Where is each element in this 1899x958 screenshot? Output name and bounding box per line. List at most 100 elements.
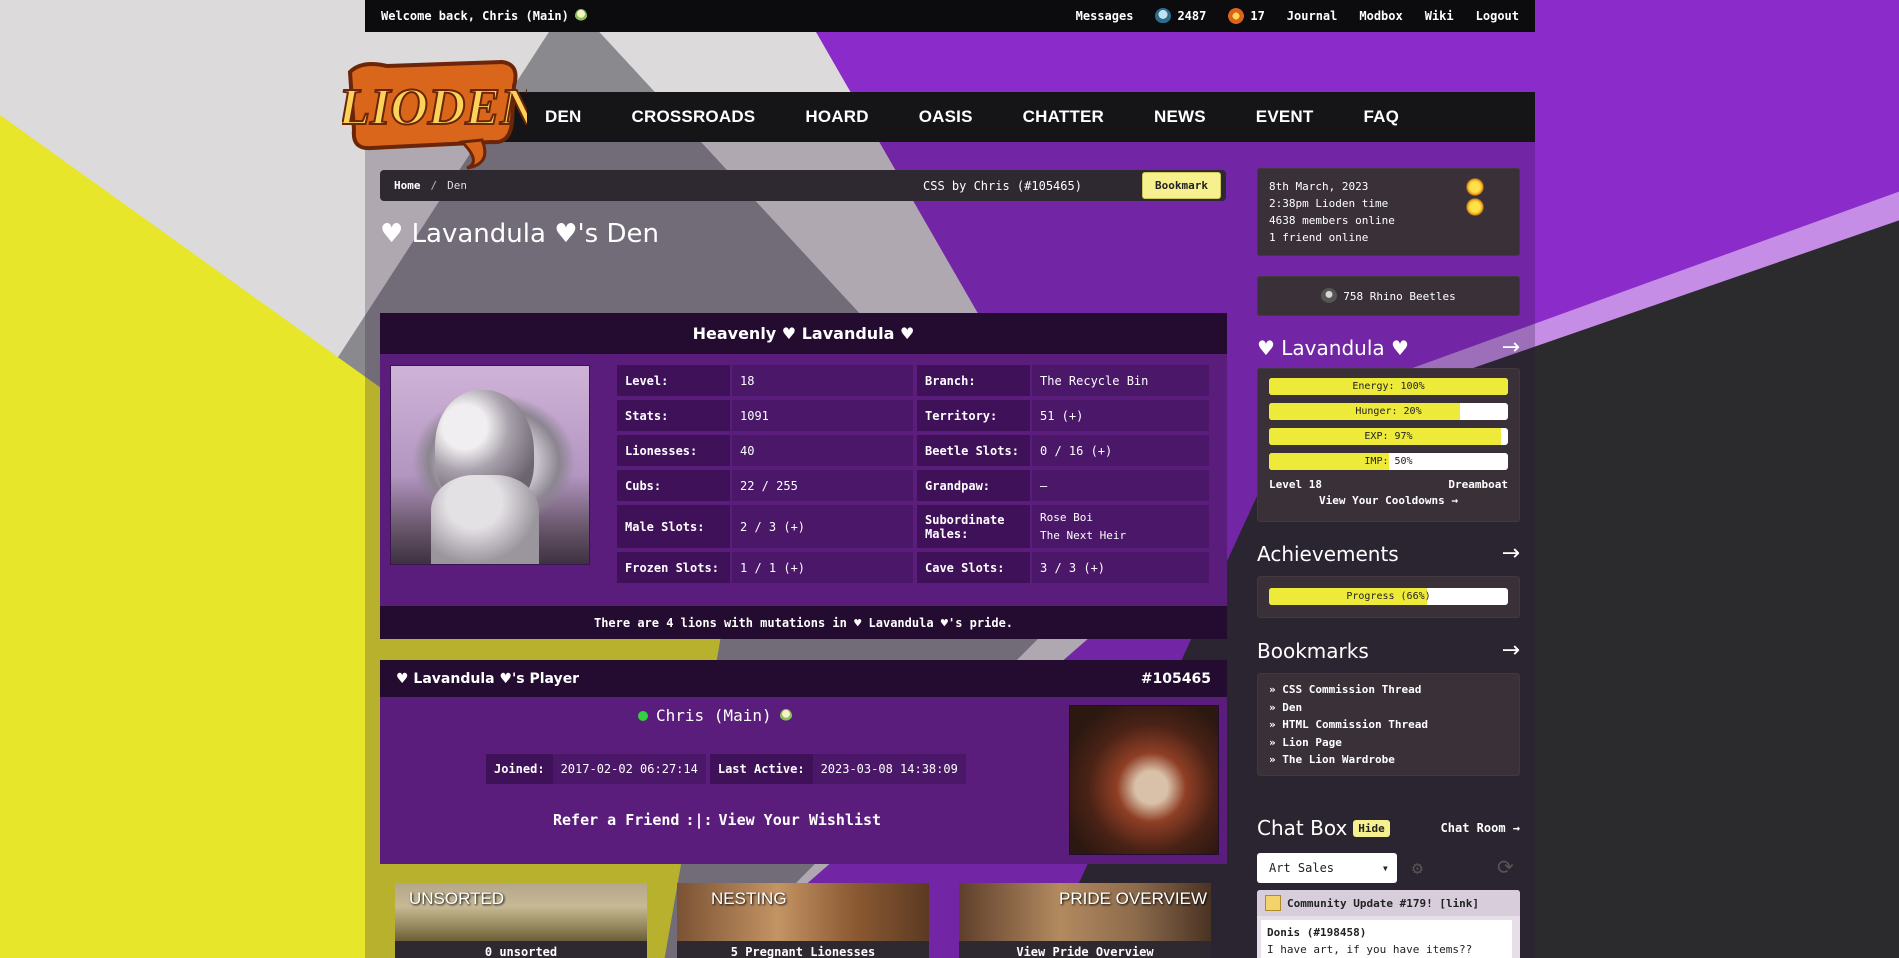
arrow-right-icon[interactable]: → xyxy=(1502,638,1520,663)
wishlist-link[interactable]: View Your Wishlist xyxy=(719,811,882,829)
chat-channel-select[interactable]: Art Sales ▾ xyxy=(1257,853,1397,883)
bookmarks-list: » CSS Commission Thread» Den» HTML Commi… xyxy=(1257,673,1520,776)
chat-message-text: I have art, if you have items?? [link] xyxy=(1267,943,1473,956)
arrow-right-icon[interactable]: → xyxy=(1502,541,1520,566)
lion-summary-title[interactable]: ♥ Lavandula ♥ xyxy=(1257,336,1409,360)
pride-overview-card[interactable]: PRIDE OVERVIEW View Pride Overview xyxy=(959,883,1211,958)
rhino-beetles-box[interactable]: 758 Rhino Beetles xyxy=(1257,276,1520,316)
nav-item-event[interactable]: EVENT xyxy=(1256,107,1314,127)
logout-link[interactable]: Logout xyxy=(1476,9,1519,23)
gift-icon xyxy=(1228,8,1245,24)
stat-value[interactable]: 2 / 3 (+) xyxy=(732,505,913,548)
achievements-title[interactable]: Achievements xyxy=(1257,542,1399,566)
stat-cell: Beetle Slots: 0 / 16 (+) xyxy=(917,435,1209,466)
stat-cell: Lionesses: 40 xyxy=(617,435,913,466)
stat-value[interactable]: 3 / 3 (+) xyxy=(1032,552,1209,583)
bookmark-link[interactable]: » HTML Commission Thread xyxy=(1269,716,1508,734)
messages-link[interactable]: Messages xyxy=(1076,9,1134,23)
chat-room-link[interactable]: Chat Room → xyxy=(1441,821,1520,835)
svg-text:LIODEN: LIODEN xyxy=(342,79,527,136)
stat-cell: Territory: 51 (+) xyxy=(917,400,1209,431)
stat-cell: Branch: The Recycle Bin xyxy=(917,365,1209,396)
nav-item-chatter[interactable]: CHATTER xyxy=(1023,107,1104,127)
bookmark-link[interactable]: » Lion Page xyxy=(1269,734,1508,752)
nav-item-crossroads[interactable]: CROSSROADS xyxy=(632,107,756,127)
bookmark-link[interactable]: » CSS Commission Thread xyxy=(1269,681,1508,699)
hide-chat-button[interactable]: Hide xyxy=(1353,819,1390,837)
flower-icon xyxy=(779,708,792,723)
modbox-link[interactable]: Modbox xyxy=(1359,9,1402,23)
chat-box-header: Chat Box Hide Chat Room → xyxy=(1257,816,1520,840)
stat-value[interactable]: The Recycle Bin xyxy=(1032,365,1209,396)
bookmarks-title[interactable]: Bookmarks xyxy=(1257,639,1369,663)
subordinate-male-link[interactable]: The Next Heir xyxy=(1040,527,1126,545)
stat-cell: Stats: 1091 xyxy=(617,400,913,431)
breadcrumb-home[interactable]: Home xyxy=(394,179,421,192)
last-active-label: Last Active: xyxy=(717,762,805,776)
card-title: NESTING xyxy=(711,889,787,908)
stat-cell: Male Slots: 2 / 3 (+) xyxy=(617,505,913,548)
stat-value[interactable]: Rose Boi The Next Heir xyxy=(1032,505,1209,548)
player-name[interactable]: Chris (Main) xyxy=(638,706,792,725)
wiki-link[interactable]: Wiki xyxy=(1425,9,1454,23)
stat-value[interactable]: 1 / 1 (+) xyxy=(732,552,913,583)
refresh-icon[interactable]: ⟳ xyxy=(1497,855,1519,879)
bookmark-link[interactable]: » The Lion Wardrobe xyxy=(1269,751,1508,769)
stat-label: Frozen Slots: xyxy=(617,552,730,583)
arrow-right-icon[interactable]: → xyxy=(1502,335,1520,360)
stat-value[interactable]: 22 / 255 xyxy=(732,470,913,501)
nav-item-hoard[interactable]: HOARD xyxy=(805,107,868,127)
stats-row: Cubs: 22 / 255 Grandpaw: – xyxy=(617,470,1209,501)
nav-item-den[interactable]: DEN xyxy=(545,107,582,127)
player-name-text: Chris (Main) xyxy=(656,706,772,725)
lion-image[interactable] xyxy=(390,365,590,565)
refer-friend-link[interactable]: Refer a Friend xyxy=(553,811,679,829)
lioden-logo[interactable]: LIODEN xyxy=(336,52,541,170)
gear-icon[interactable]: ⚙ xyxy=(1412,858,1432,879)
status-bar: EXP: 97% xyxy=(1269,428,1508,445)
bookmark-link[interactable]: » Den xyxy=(1269,699,1508,717)
breadcrumb-separator: / xyxy=(430,179,438,192)
css-credit[interactable]: CSS by Chris (#105465) xyxy=(923,179,1082,193)
level-row: Level 18 Dreamboat xyxy=(1269,478,1508,491)
chat-announcement[interactable]: Community Update #179! [link] xyxy=(1257,890,1520,916)
announcement-text: Community Update #179! [link] xyxy=(1287,896,1480,910)
stat-value[interactable]: 40 xyxy=(732,435,913,466)
cooldowns-link[interactable]: View Your Cooldowns → xyxy=(1269,494,1508,507)
chat-box-title: Chat Box xyxy=(1257,816,1348,840)
status-bar: IMP: 50% xyxy=(1269,453,1508,470)
nav-item-faq[interactable]: FAQ xyxy=(1363,107,1399,127)
nav-item-oasis[interactable]: OASIS xyxy=(919,107,973,127)
beetles-counter[interactable]: 2487 xyxy=(1155,8,1206,24)
gifts-counter[interactable]: 17 xyxy=(1228,8,1265,24)
nesting-card[interactable]: NESTING 5 Pregnant Lionesses xyxy=(677,883,929,958)
bookmark-button[interactable]: Bookmark xyxy=(1142,172,1221,199)
note-icon xyxy=(1265,895,1281,911)
stats-row: Level: 18 Branch: The Recycle Bin xyxy=(617,365,1209,396)
stat-cell: Level: 18 xyxy=(617,365,913,396)
stat-value[interactable]: 18 xyxy=(732,365,913,396)
sun-icon xyxy=(1466,198,1484,216)
stat-value[interactable]: – xyxy=(1032,470,1209,501)
stat-cell: Subordinate Males: Rose Boi The Next Heir xyxy=(917,505,1209,548)
chat-message-user[interactable]: Donis (#198458) xyxy=(1267,924,1506,941)
lion-stats-table: Level: 18 Branch: The Recycle Bin Stats: 1091… xyxy=(617,365,1209,587)
journal-link[interactable]: Journal xyxy=(1287,9,1338,23)
friends-online[interactable]: 1 friend online xyxy=(1269,229,1508,246)
stat-value[interactable]: 1091 xyxy=(732,400,913,431)
achievements-header: Achievements → xyxy=(1257,541,1520,566)
stat-value[interactable]: 0 / 16 (+) xyxy=(1032,435,1209,466)
link-separator: :|: xyxy=(685,811,713,829)
stat-value[interactable]: 51 (+) xyxy=(1032,400,1209,431)
status-bar: Energy: 100% xyxy=(1269,378,1508,395)
card-subtitle: 5 Pregnant Lionesses xyxy=(677,941,929,958)
unsorted-card[interactable]: UNSORTED 0 unsorted xyxy=(395,883,647,958)
status-bar-label: IMP: 50% xyxy=(1364,456,1413,467)
stat-label: Level: xyxy=(617,365,730,396)
lion-name[interactable]: Heavenly ♥ Lavandula ♥ xyxy=(380,313,1227,354)
bookmarks-header: Bookmarks → xyxy=(1257,638,1520,663)
chat-log: Community Update #179! [link] Donis (#19… xyxy=(1257,890,1520,958)
nav-item-news[interactable]: NEWS xyxy=(1154,107,1206,127)
player-avatar[interactable] xyxy=(1069,705,1219,855)
subordinate-male-link[interactable]: Rose Boi xyxy=(1040,509,1093,527)
